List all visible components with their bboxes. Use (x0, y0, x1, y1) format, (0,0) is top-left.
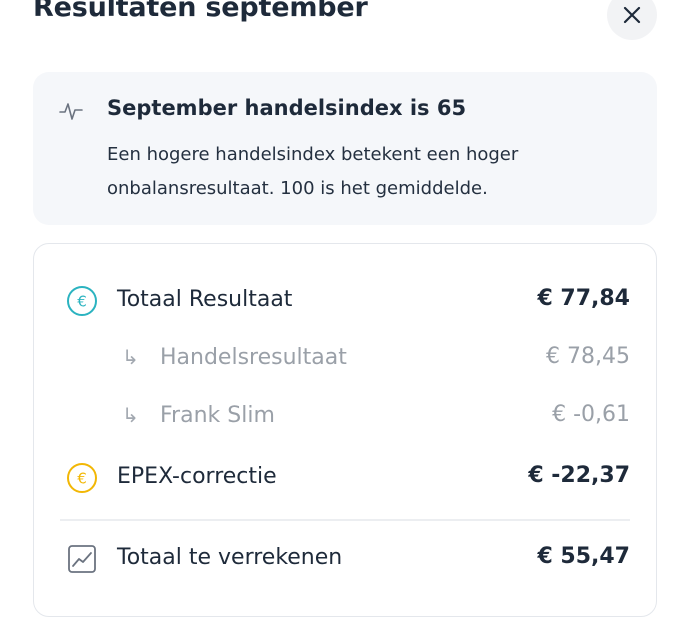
result-row-total-result: € Totaal Resultaat € 77,84 (34, 280, 656, 320)
results-modal: Resultaten september September handelsin… (0, 0, 690, 622)
results-card: € Totaal Resultaat € 77,84 ↳ Handelsresu… (33, 243, 657, 617)
sub-arrow-icon: ↳ (122, 345, 139, 369)
result-row-trading-result: ↳ Handelsresultaat € 78,45 (34, 338, 656, 378)
svg-text:€: € (77, 293, 87, 311)
divider (60, 519, 630, 521)
row-value: € -22,37 (528, 463, 630, 488)
close-button[interactable] (607, 0, 657, 40)
row-label: Frank Slim (160, 403, 275, 428)
row-value: € 55,47 (537, 544, 630, 569)
svg-text:€: € (77, 470, 87, 488)
result-row-frank-slim: ↳ Frank Slim € -0,61 (34, 396, 656, 436)
row-label: EPEX-correctie (117, 464, 277, 489)
close-icon (623, 6, 641, 24)
row-label: Handelsresultaat (160, 345, 347, 370)
euro-circle-icon: € (67, 463, 97, 493)
info-heading: September handelsindex is 65 (107, 96, 467, 120)
row-value: € 78,45 (546, 344, 630, 369)
result-row-total-settlement: Totaal te verrekenen € 55,47 (34, 538, 656, 578)
trend-chart-icon (68, 545, 96, 573)
euro-circle-icon: € (67, 286, 97, 316)
row-label: Totaal te verrekenen (117, 545, 343, 570)
row-value: € -0,61 (552, 402, 630, 427)
result-row-epex-correction: € EPEX-correctie € -22,37 (34, 457, 656, 497)
page-title: Resultaten september (33, 0, 368, 23)
activity-icon (59, 103, 83, 120)
row-label: Totaal Resultaat (117, 287, 293, 312)
row-value: € 77,84 (537, 286, 630, 311)
info-description: Een hogere handelsindex betekent een hog… (107, 144, 519, 199)
trading-index-info-card: September handelsindex is 65 Een hogere … (33, 72, 657, 225)
sub-arrow-icon: ↳ (122, 403, 139, 427)
